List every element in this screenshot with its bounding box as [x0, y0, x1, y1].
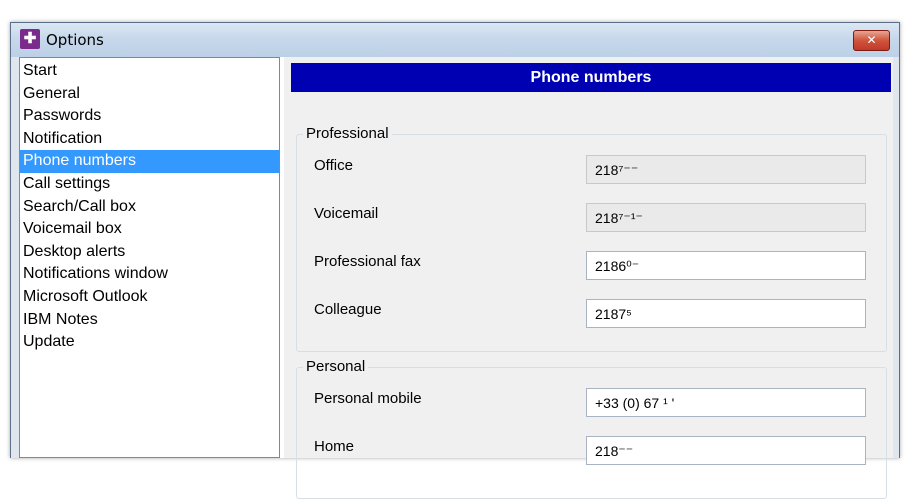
window-client-area: Start General Passwords Notification Pho… — [19, 57, 893, 499]
office-label: Office — [314, 157, 353, 174]
close-icon: ✕ — [866, 33, 877, 47]
sidebar-item-desktop-alerts[interactable]: Desktop alerts — [20, 241, 279, 264]
professional-fax-field[interactable]: 2186⁰⁻ — [586, 251, 866, 280]
options-content-panel: Phone numbers Professional Office 218⁷⁻⁻… — [284, 57, 893, 499]
sidebar-item-start[interactable]: Start — [20, 60, 279, 83]
home-field[interactable]: 218⁻⁻ — [586, 436, 866, 465]
sidebar-item-ibm-notes[interactable]: IBM Notes — [20, 309, 279, 332]
options-category-list[interactable]: Start General Passwords Notification Pho… — [19, 57, 280, 458]
colleague-label: Colleague — [314, 301, 382, 318]
sidebar-item-phone-numbers[interactable]: Phone numbers — [20, 150, 279, 173]
personal-mobile-label: Personal mobile — [314, 390, 422, 407]
professional-legend: Professional — [303, 125, 392, 142]
sidebar-item-search-call-box[interactable]: Search/Call box — [20, 196, 279, 219]
sidebar-item-notifications-window[interactable]: Notifications window — [20, 263, 279, 286]
window-title: Options — [46, 31, 104, 49]
sidebar-item-call-settings[interactable]: Call settings — [20, 173, 279, 196]
sidebar-item-general[interactable]: General — [20, 83, 279, 106]
sidebar-item-passwords[interactable]: Passwords — [20, 105, 279, 128]
section-header: Phone numbers — [291, 63, 891, 92]
options-window: ✚ Options ✕ Start General Passwords Noti… — [10, 22, 900, 499]
close-button[interactable]: ✕ — [853, 30, 890, 51]
personal-mobile-field[interactable]: +33 (0) 67 ¹ ' — [586, 388, 866, 417]
sidebar-item-voicemail-box[interactable]: Voicemail box — [20, 218, 279, 241]
voicemail-label: Voicemail — [314, 205, 379, 222]
sidebar-item-microsoft-outlook[interactable]: Microsoft Outlook — [20, 286, 279, 309]
colleague-field[interactable]: 2187⁵ — [586, 299, 866, 328]
professional-fax-label: Professional fax — [314, 253, 421, 270]
home-label: Home — [314, 438, 355, 455]
sidebar-item-update[interactable]: Update — [20, 331, 279, 354]
office-field[interactable]: 218⁷⁻⁻ — [586, 155, 866, 184]
personal-legend: Personal — [303, 358, 369, 375]
voicemail-field[interactable]: 218⁷⁻¹⁻ — [586, 203, 866, 232]
personal-group: Personal Personal mobile +33 (0) 67 ¹ ' … — [296, 358, 887, 499]
sidebar-item-notification[interactable]: Notification — [20, 128, 279, 151]
options-app-icon: ✚ — [20, 29, 40, 49]
professional-group: Professional Office 218⁷⁻⁻ Voicemail 218… — [296, 125, 887, 352]
title-bar[interactable]: ✚ Options ✕ — [11, 23, 899, 57]
